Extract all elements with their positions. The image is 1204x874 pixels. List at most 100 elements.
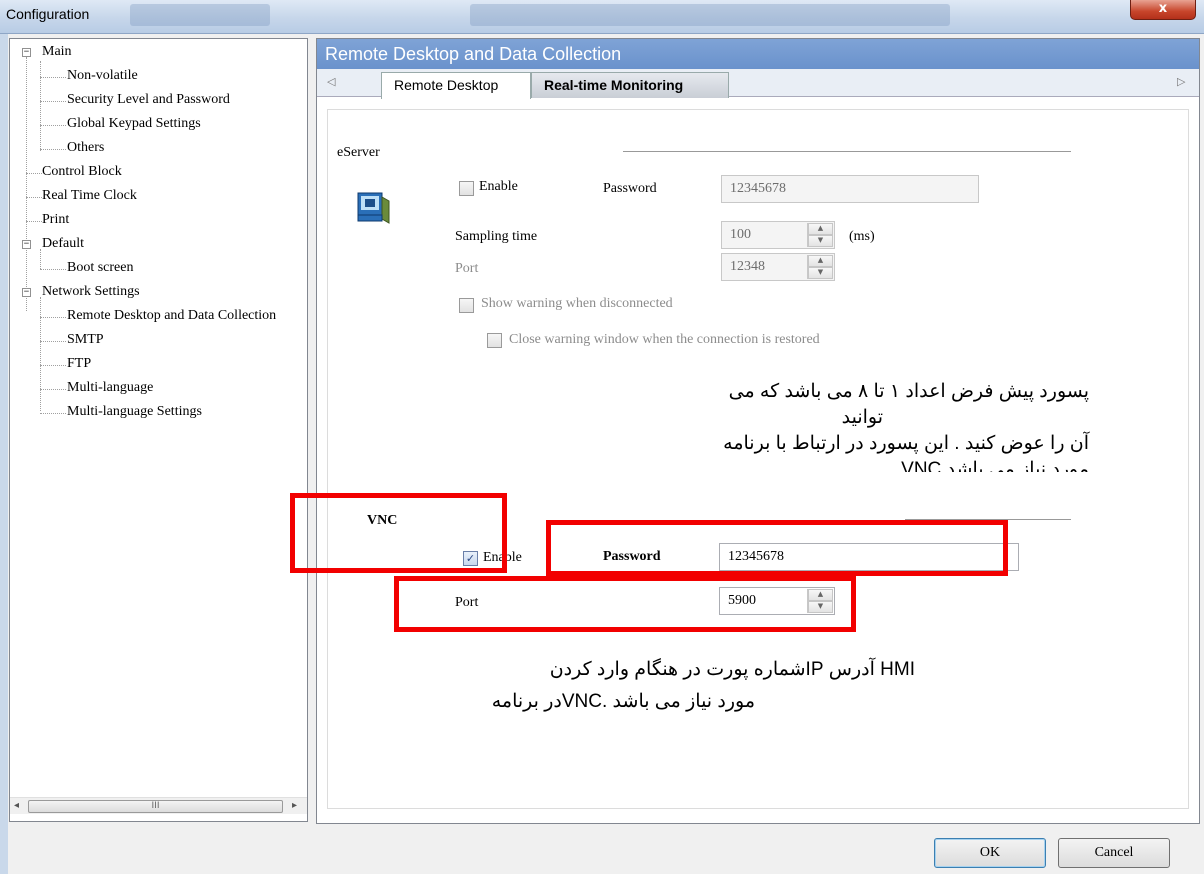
vnc-port-stepper[interactable]: ▲ ▼ bbox=[807, 589, 833, 613]
tree-expander-icon[interactable]: − bbox=[22, 240, 31, 249]
eserver-password-label: Password bbox=[603, 181, 657, 196]
tab-real-time-monitoring[interactable]: Real-time Monitoring bbox=[531, 72, 729, 98]
note-line: پسورد پیش فرض اعداد ۱ تا ۸ می باشد که می bbox=[728, 381, 1089, 402]
tree-guide-line bbox=[40, 125, 66, 126]
cancel-button[interactable]: Cancel bbox=[1058, 838, 1170, 868]
tree-item[interactable]: Network Settings bbox=[42, 283, 140, 301]
tree-guide-line bbox=[26, 57, 27, 311]
tree-item[interactable]: Remote Desktop and Data Collection bbox=[67, 307, 276, 325]
show-warning-checkbox[interactable] bbox=[459, 298, 474, 313]
tree-item[interactable]: Others bbox=[67, 139, 104, 157]
window-frame-left bbox=[0, 34, 8, 874]
note-line: مورد نیاز می باشد .VNCدر برنامه bbox=[491, 691, 755, 712]
tab-remote-desktop[interactable]: Remote Desktop bbox=[381, 72, 531, 99]
tree-guide-line bbox=[40, 149, 66, 150]
tree-item[interactable]: Real Time Clock bbox=[42, 187, 137, 205]
eserver-password-input[interactable]: 12345678 bbox=[721, 175, 979, 203]
tree-guide-line bbox=[40, 101, 66, 102]
vnc-separator bbox=[905, 519, 1071, 520]
note-line: مورد نیاز می باشد VNC bbox=[901, 459, 1089, 472]
tree-horizontal-scrollbar[interactable]: ◂ III ▸ bbox=[10, 797, 307, 814]
tree-item[interactable]: Boot screen bbox=[67, 259, 133, 277]
panel-title: Remote Desktop and Data Collection bbox=[317, 39, 1199, 69]
tree-item[interactable]: Default bbox=[42, 235, 84, 253]
server-monitor-icon bbox=[357, 192, 390, 224]
stepper-down-icon[interactable]: ▼ bbox=[808, 601, 833, 613]
vnc-enable-label: Enable bbox=[483, 550, 522, 565]
note-line: توانید bbox=[841, 407, 883, 428]
tab-next-arrow-icon[interactable]: ▷ bbox=[1177, 75, 1185, 88]
tree-guide-line bbox=[26, 173, 42, 174]
vnc-enable-checkbox[interactable]: ✓ bbox=[463, 551, 478, 566]
tab-content-remote-desktop: eServer Enable Password 12345678 Samplin… bbox=[327, 109, 1191, 815]
annotation-port-note: HMI آدرس IPشماره پورت در هنگام وارد کردن… bbox=[357, 657, 917, 715]
tree-item[interactable]: Multi-language Settings bbox=[67, 403, 202, 421]
tree-guide-line bbox=[40, 61, 41, 151]
scroll-right-arrow-icon[interactable]: ▸ bbox=[292, 800, 297, 811]
tree-guide-line bbox=[40, 317, 66, 318]
tree-item[interactable]: FTP bbox=[67, 355, 91, 373]
window-titlebar: Configuration x bbox=[0, 0, 1204, 34]
tree-expander-icon[interactable]: − bbox=[22, 48, 31, 57]
tree-guide-line bbox=[40, 341, 66, 342]
note-line: HMI آدرس IPشماره پورت در هنگام وارد کردن bbox=[549, 659, 915, 680]
tab-label: Remote Desktop bbox=[394, 77, 499, 93]
close-button[interactable]: x bbox=[1130, 0, 1196, 20]
tree-guide-line bbox=[26, 221, 42, 222]
tab-prev-arrow-icon[interactable]: ◁ bbox=[327, 75, 335, 88]
scroll-thumb[interactable]: III bbox=[28, 800, 283, 813]
show-warning-label: Show warning when disconnected bbox=[481, 296, 673, 311]
check-icon: ✓ bbox=[465, 552, 476, 565]
sampling-time-label: Sampling time bbox=[455, 229, 538, 244]
sampling-time-stepper[interactable]: ▲ ▼ bbox=[807, 223, 833, 247]
stepper-down-icon[interactable]: ▼ bbox=[808, 235, 833, 247]
tab-strip: ◁ Remote Desktop Real-time Monitoring ▷ bbox=[317, 69, 1199, 99]
vnc-password-label: Password bbox=[603, 549, 661, 564]
eserver-port-label: Port bbox=[455, 261, 479, 276]
eserver-section-label: eServer bbox=[337, 145, 380, 160]
titlebar-blur-region bbox=[130, 4, 270, 26]
tree-guide-line bbox=[26, 197, 42, 198]
tree-item[interactable]: Main bbox=[42, 43, 72, 61]
stepper-down-icon[interactable]: ▼ bbox=[808, 267, 833, 279]
tree-guide-line bbox=[40, 365, 66, 366]
tree-item[interactable]: SMTP bbox=[67, 331, 104, 349]
note-line: آن را عوض کنید . این پسورد در ارتباط با … bbox=[723, 433, 1089, 454]
vnc-section-label: VNC bbox=[367, 513, 398, 528]
window-title: Configuration bbox=[6, 6, 90, 22]
stepper-up-icon[interactable]: ▲ bbox=[808, 255, 833, 267]
tree-item[interactable]: Non-volatile bbox=[67, 67, 138, 85]
titlebar-blur-region bbox=[470, 4, 950, 26]
scroll-grip-icon: III bbox=[151, 801, 160, 811]
stepper-up-icon[interactable]: ▲ bbox=[808, 589, 833, 601]
tree-item[interactable]: Security Level and Password bbox=[67, 91, 230, 109]
tab-label: Real-time Monitoring bbox=[544, 77, 684, 93]
settings-panel: Remote Desktop and Data Collection ◁ Rem… bbox=[316, 38, 1200, 824]
tree-expander-icon[interactable]: − bbox=[22, 288, 31, 297]
tree-guide-line bbox=[40, 389, 66, 390]
tree-item[interactable]: Global Keypad Settings bbox=[67, 115, 201, 133]
tree-item[interactable]: Print bbox=[42, 211, 69, 229]
close-warning-checkbox[interactable] bbox=[487, 333, 502, 348]
eserver-port-stepper[interactable]: ▲ ▼ bbox=[807, 255, 833, 279]
scroll-left-arrow-icon[interactable]: ◂ bbox=[14, 800, 19, 811]
tree-guide-line bbox=[40, 249, 41, 269]
tree-item[interactable]: Multi-language bbox=[67, 379, 153, 397]
close-icon: x bbox=[1158, 1, 1168, 16]
stepper-up-icon[interactable]: ▲ bbox=[808, 223, 833, 235]
tree-guide-line bbox=[40, 269, 66, 270]
tree-item[interactable]: Control Block bbox=[42, 163, 122, 181]
tree-guide-line bbox=[40, 297, 41, 411]
eserver-enable-label: Enable bbox=[479, 179, 518, 194]
close-warning-label: Close warning window when the connection… bbox=[509, 332, 820, 347]
vnc-password-input[interactable]: 12345678 bbox=[719, 543, 1019, 571]
eserver-separator bbox=[623, 151, 1071, 152]
configuration-tree[interactable]: − Main Non-volatile Security Level and Pass… bbox=[9, 38, 308, 822]
sampling-time-unit: (ms) bbox=[849, 229, 875, 244]
ok-button[interactable]: OK bbox=[934, 838, 1046, 868]
vnc-port-label: Port bbox=[455, 595, 479, 610]
annotation-password-note: پسورد پیش فرض اعداد ۱ تا ۸ می باشد که می… bbox=[507, 379, 1089, 472]
tree-guide-line bbox=[40, 413, 66, 414]
tree-guide-line bbox=[40, 77, 66, 78]
eserver-enable-checkbox[interactable] bbox=[459, 181, 474, 196]
